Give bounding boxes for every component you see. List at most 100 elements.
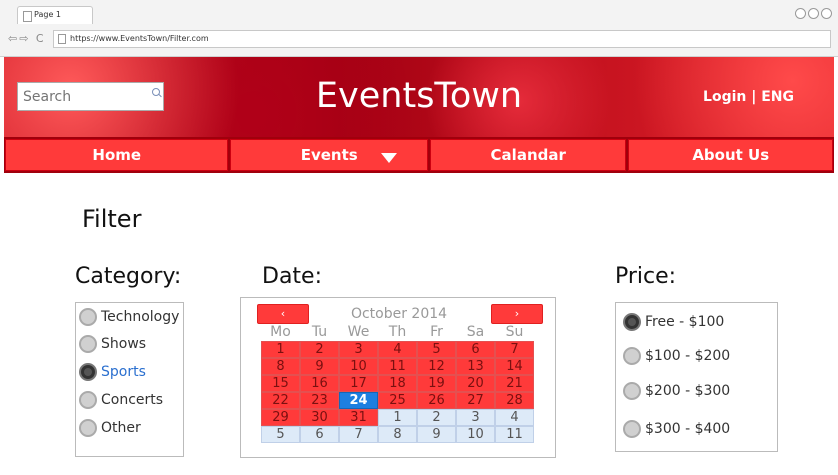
browser-tab[interactable]: Page 1 [17, 6, 93, 24]
calendar-day-cell[interactable]: 10 [456, 426, 495, 443]
page-icon [23, 11, 32, 22]
calendar-weekday-label: Th [388, 324, 407, 340]
category-option-technology[interactable]: Technology [79, 308, 179, 326]
price-option-label: $100 - $200 [645, 348, 731, 364]
calendar-day-cell[interactable]: 9 [417, 426, 456, 443]
price-option-label: $300 - $400 [645, 421, 731, 437]
calendar-day-cell[interactable]: 1 [261, 341, 300, 358]
calendar-day-cell[interactable]: 4 [495, 409, 534, 426]
category-option-label: Technology [101, 309, 180, 325]
nav-calendar-label: Calandar [490, 146, 566, 164]
date-calendar: ‹ October 2014 › Mo Tu We Th Fr Sa Su 12345678… [240, 297, 556, 458]
price-heading: Price: [615, 264, 677, 289]
close-icon[interactable] [821, 8, 832, 19]
date-heading: Date: [262, 264, 322, 289]
calendar-day-cell[interactable]: 23 [300, 392, 339, 409]
price-option-free-100[interactable]: Free - $100 [623, 313, 724, 331]
url-text: https://www.EventsTown/Filter.com [70, 34, 209, 43]
category-option-sports[interactable]: Sports [79, 363, 146, 381]
calendar-week-row: 1234567 [261, 341, 537, 358]
calendar-day-cell[interactable]: 3 [456, 409, 495, 426]
category-option-other[interactable]: Other [79, 419, 141, 437]
calendar-day-cell[interactable]: 7 [339, 426, 378, 443]
calendar-next-button[interactable]: › [491, 304, 543, 324]
browser-chrome: Page 1 ⇦⇨ C https://www.EventsTown/Filte… [0, 0, 838, 57]
calendar-day-cell[interactable]: 8 [261, 358, 300, 375]
category-option-shows[interactable]: Shows [79, 335, 146, 353]
page-title: Filter [82, 205, 142, 233]
price-list: Free - $100 $100 - $200 $200 - $300 $300… [615, 302, 778, 452]
calendar-day-cell[interactable]: 11 [378, 358, 417, 375]
calendar-day-cell[interactable]: 11 [495, 426, 534, 443]
calendar-day-cell[interactable]: 8 [378, 426, 417, 443]
nav-calendar[interactable]: Calandar [429, 139, 627, 171]
radio-icon[interactable] [623, 382, 641, 400]
page-icon [58, 34, 66, 44]
login-language-link[interactable]: Login | ENG [703, 89, 794, 105]
calendar-week-row: 29 30 31 1 2 3 4 [261, 409, 537, 426]
calendar-weekday-label: We [347, 324, 370, 340]
calendar-day-cell[interactable]: 2 [417, 409, 456, 426]
radio-icon[interactable] [79, 308, 97, 326]
calendar-day-cell[interactable]: 16 [300, 375, 339, 392]
price-option-200-300[interactable]: $200 - $300 [623, 382, 730, 400]
radio-icon[interactable] [79, 335, 97, 353]
calendar-day-cell[interactable]: 6 [300, 426, 339, 443]
calendar-day-cell[interactable]: 22 [261, 392, 300, 409]
calendar-day-cell[interactable]: 19 [417, 375, 456, 392]
calendar-day-cell[interactable]: 5 [261, 426, 300, 443]
calendar-grid: 1 2 3 4 5 6 7 8 9 10 11 12 13 14 15 16 17 18 19 20 21 22 23 24 2… [261, 341, 537, 443]
calendar-day-cell[interactable]: 24 [339, 392, 378, 409]
calendar-day-cell[interactable]: 14 [495, 358, 534, 375]
calendar-day-cell[interactable]: 17 [339, 375, 378, 392]
nav-about[interactable]: About Us [628, 139, 833, 171]
category-option-label: Shows [101, 336, 147, 352]
price-option-300-400[interactable]: $300 - $400 [623, 420, 730, 438]
calendar-day-cell[interactable]: 13 [456, 358, 495, 375]
nav-events[interactable]: Events [230, 139, 428, 171]
radio-selected-icon[interactable] [623, 313, 641, 331]
calendar-day-cell[interactable]: 15 [261, 375, 300, 392]
price-option-label: $200 - $300 [645, 383, 731, 399]
category-option-label: Other [101, 420, 141, 436]
radio-icon[interactable] [623, 347, 641, 365]
window-controls [793, 4, 832, 23]
calendar-day-cell[interactable]: 31 [339, 409, 378, 426]
price-option-100-200[interactable]: $100 - $200 [623, 347, 730, 365]
nav-home[interactable]: Home [5, 139, 229, 171]
maximize-icon[interactable] [808, 8, 819, 19]
calendar-day-cell[interactable]: 10 [339, 358, 378, 375]
calendar-day-cell[interactable]: 30 [300, 409, 339, 426]
calendar-week-row: 22 23 24 25 26 27 28 [261, 392, 537, 409]
calendar-day-cell[interactable]: 12 [417, 358, 456, 375]
radio-icon[interactable] [79, 419, 97, 437]
calendar-day-cell[interactable]: 7 [495, 341, 534, 358]
calendar-day-cell[interactable]: 4 [378, 341, 417, 358]
calendar-day-cell[interactable]: 5 [417, 341, 456, 358]
category-option-concerts[interactable]: Concerts [79, 391, 163, 409]
calendar-day-cell[interactable]: 29 [261, 409, 300, 426]
calendar-day-cell[interactable]: 21 [495, 375, 534, 392]
calendar-day-cell[interactable]: 9 [300, 358, 339, 375]
calendar-day-cell[interactable]: 20 [456, 375, 495, 392]
main-nav: Home Events Calandar About Us [4, 137, 834, 173]
radio-icon[interactable] [623, 420, 641, 438]
calendar-day-cell[interactable]: 1 [378, 409, 417, 426]
back-forward-refresh-icons[interactable]: ⇦⇨ C [8, 32, 46, 45]
address-bar[interactable]: https://www.EventsTown/Filter.com [53, 30, 831, 48]
minimize-icon[interactable] [795, 8, 806, 19]
radio-selected-icon[interactable] [79, 363, 97, 381]
calendar-day-cell[interactable]: 3 [339, 341, 378, 358]
nav-home-label: Home [92, 146, 142, 164]
price-option-label: Free - $100 [645, 314, 725, 330]
calendar-day-cell[interactable]: 27 [456, 392, 495, 409]
dropdown-arrow-icon[interactable] [380, 153, 397, 163]
calendar-day-cell[interactable]: 28 [495, 392, 534, 409]
calendar-day-cell[interactable]: 6 [456, 341, 495, 358]
calendar-day-cell[interactable]: 26 [417, 392, 456, 409]
radio-icon[interactable] [79, 391, 97, 409]
calendar-day-cell[interactable]: 2 [300, 341, 339, 358]
calendar-day-cell[interactable]: 18 [378, 375, 417, 392]
category-option-label: Concerts [101, 392, 164, 408]
calendar-day-cell[interactable]: 25 [378, 392, 417, 409]
